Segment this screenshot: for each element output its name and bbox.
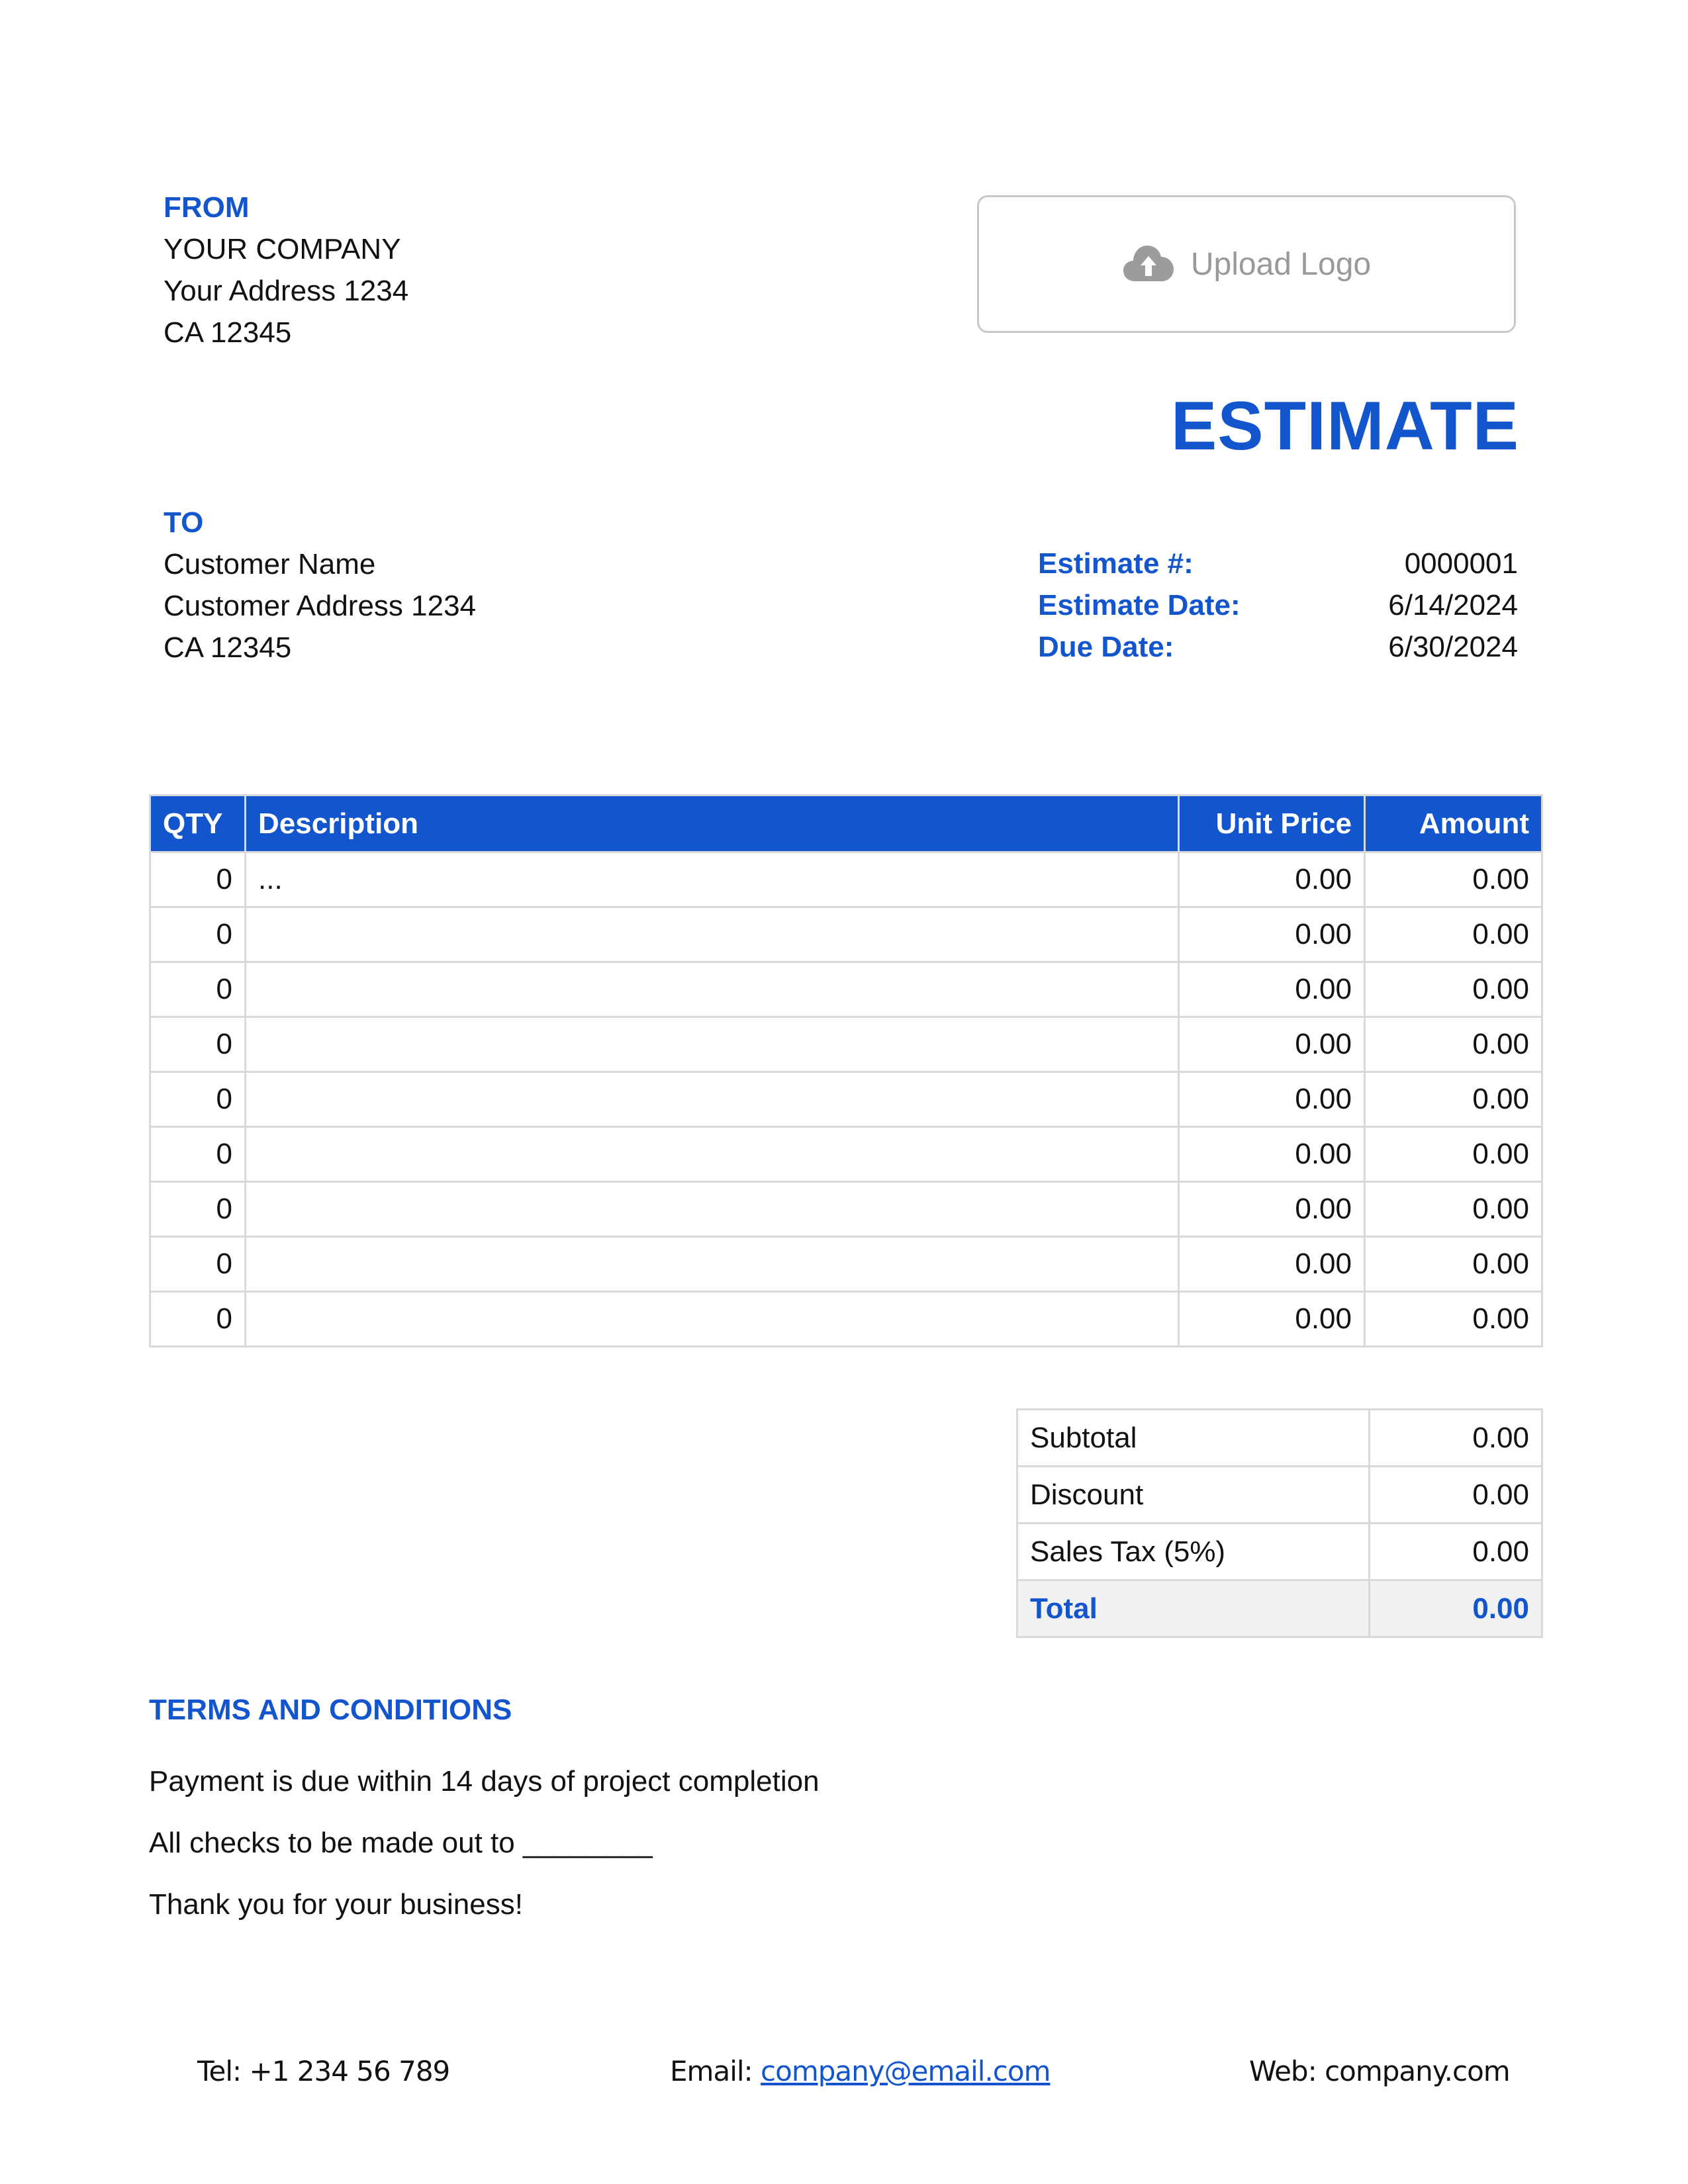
upload-logo-label: Upload Logo — [1190, 246, 1372, 282]
table-row: 0 0.00 0.00 — [149, 906, 1543, 963]
description-cell[interactable] — [244, 1016, 1180, 1073]
column-header-amount: Amount — [1364, 794, 1543, 853]
line-items-table: QTY Description Unit Price Amount 0... 0.… — [149, 794, 1543, 1347]
estimate-number-value[interactable]: 0000001 — [1405, 543, 1518, 584]
footer-tel: Tel: +1 234 56 789 — [197, 2055, 450, 2087]
upload-logo-button[interactable]: Upload Logo — [977, 195, 1516, 333]
estimate-number-label: Estimate #: — [1038, 547, 1194, 580]
qty-cell[interactable]: 0 — [149, 1291, 246, 1347]
to-customer-name[interactable]: Customer Name — [164, 543, 476, 585]
footer-web: Web: company.com — [1249, 2055, 1511, 2087]
table-header-row: QTY Description Unit Price Amount — [149, 794, 1543, 853]
footer-email-label: Email: — [670, 2055, 761, 2087]
amount-cell: 0.00 — [1364, 906, 1543, 963]
terms-section: TERMS AND CONDITIONS Payment is due with… — [149, 1689, 820, 1935]
table-row: 0 0.00 0.00 — [149, 1236, 1543, 1293]
qty-cell[interactable]: 0 — [149, 1071, 246, 1128]
unit-price-cell[interactable]: 0.00 — [1178, 961, 1366, 1018]
sales-tax-label: Sales Tax (5%) — [1016, 1522, 1370, 1581]
amount-cell: 0.00 — [1364, 1016, 1543, 1073]
to-customer-city[interactable]: CA 12345 — [164, 627, 476, 668]
from-city[interactable]: CA 12345 — [164, 312, 408, 353]
column-header-description: Description — [244, 794, 1180, 853]
description-cell[interactable] — [244, 961, 1180, 1018]
qty-cell[interactable]: 0 — [149, 906, 246, 963]
unit-price-cell[interactable]: 0.00 — [1178, 1181, 1366, 1238]
unit-price-cell[interactable]: 0.00 — [1178, 906, 1366, 963]
description-cell[interactable] — [244, 1071, 1180, 1128]
estimate-date-label: Estimate Date: — [1038, 589, 1241, 621]
meta-row-estimate-number: Estimate #: 0000001 — [1038, 543, 1518, 584]
column-header-qty: QTY — [149, 794, 246, 853]
table-row: 0 0.00 0.00 — [149, 1016, 1543, 1073]
amount-cell: 0.00 — [1364, 961, 1543, 1018]
amount-cell: 0.00 — [1364, 851, 1543, 908]
from-company[interactable]: YOUR COMPANY — [164, 228, 408, 270]
table-row: 0 0.00 0.00 — [149, 1181, 1543, 1238]
to-customer-address[interactable]: Customer Address 1234 — [164, 585, 476, 627]
description-cell[interactable] — [244, 1291, 1180, 1347]
description-cell[interactable] — [244, 1236, 1180, 1293]
unit-price-cell[interactable]: 0.00 — [1178, 1126, 1366, 1183]
sales-tax-value: 0.00 — [1368, 1522, 1543, 1581]
table-row: 0 0.00 0.00 — [149, 1126, 1543, 1183]
qty-cell[interactable]: 0 — [149, 1181, 246, 1238]
meta-row-due-date: Due Date: 6/30/2024 — [1038, 626, 1518, 668]
description-cell[interactable]: ... — [244, 851, 1180, 908]
due-date-label: Due Date: — [1038, 631, 1174, 663]
document-title: ESTIMATE — [1170, 388, 1519, 465]
amount-cell: 0.00 — [1364, 1236, 1543, 1293]
description-cell[interactable] — [244, 1126, 1180, 1183]
due-date-value[interactable]: 6/30/2024 — [1388, 626, 1518, 668]
from-block: FROM YOUR COMPANY Your Address 1234 CA 1… — [164, 187, 408, 353]
terms-line-thanks[interactable]: Thank you for your business! — [149, 1874, 820, 1935]
table-row: 0... 0.00 0.00 — [149, 851, 1543, 908]
description-cell[interactable] — [244, 1181, 1180, 1238]
unit-price-cell[interactable]: 0.00 — [1178, 851, 1366, 908]
unit-price-cell[interactable]: 0.00 — [1178, 1071, 1366, 1128]
subtotal-label: Subtotal — [1016, 1408, 1370, 1467]
from-address[interactable]: Your Address 1234 — [164, 270, 408, 312]
discount-row: Discount 0.00 — [1016, 1465, 1543, 1524]
to-block: TO Customer Name Customer Address 1234 C… — [164, 502, 476, 668]
meta-row-estimate-date: Estimate Date: 6/14/2024 — [1038, 584, 1518, 626]
discount-label: Discount — [1016, 1465, 1370, 1524]
terms-line-payment[interactable]: Payment is due within 14 days of project… — [149, 1751, 820, 1812]
qty-cell[interactable]: 0 — [149, 851, 246, 908]
unit-price-cell[interactable]: 0.00 — [1178, 1236, 1366, 1293]
from-heading: FROM — [164, 191, 250, 224]
footer-email-link[interactable]: company@email.com — [761, 2055, 1051, 2087]
cloud-upload-icon — [1122, 243, 1175, 286]
table-row: 0 0.00 0.00 — [149, 1291, 1543, 1347]
terms-heading: TERMS AND CONDITIONS — [149, 1694, 512, 1726]
sales-tax-row: Sales Tax (5%) 0.00 — [1016, 1522, 1543, 1581]
column-header-unit-price: Unit Price — [1178, 794, 1366, 853]
amount-cell: 0.00 — [1364, 1181, 1543, 1238]
table-row: 0 0.00 0.00 — [149, 1071, 1543, 1128]
description-cell[interactable] — [244, 906, 1180, 963]
table-row: 0 0.00 0.00 — [149, 961, 1543, 1018]
unit-price-cell[interactable]: 0.00 — [1178, 1016, 1366, 1073]
line-items-body: 0... 0.00 0.00 0 0.00 0.00 0 0.00 0.00 0 0.00 0.00 0… — [149, 851, 1543, 1347]
estimate-date-value[interactable]: 6/14/2024 — [1388, 584, 1518, 626]
totals-table: Subtotal 0.00 Discount 0.00 Sales Tax (5… — [1016, 1408, 1543, 1638]
amount-cell: 0.00 — [1364, 1126, 1543, 1183]
subtotal-value: 0.00 — [1368, 1408, 1543, 1467]
discount-value[interactable]: 0.00 — [1368, 1465, 1543, 1524]
subtotal-row: Subtotal 0.00 — [1016, 1408, 1543, 1467]
total-row: Total 0.00 — [1016, 1579, 1543, 1638]
terms-line-checks[interactable]: All checks to be made out to ________ — [149, 1812, 820, 1874]
total-label: Total — [1016, 1579, 1370, 1638]
qty-cell[interactable]: 0 — [149, 1016, 246, 1073]
estimate-meta: Estimate #: 0000001 Estimate Date: 6/14/… — [1038, 543, 1518, 668]
qty-cell[interactable]: 0 — [149, 1236, 246, 1293]
unit-price-cell[interactable]: 0.00 — [1178, 1291, 1366, 1347]
footer-email: Email: company@email.com — [670, 2052, 1051, 2091]
to-heading: TO — [164, 506, 204, 539]
amount-cell: 0.00 — [1364, 1291, 1543, 1347]
total-value: 0.00 — [1368, 1579, 1543, 1638]
qty-cell[interactable]: 0 — [149, 961, 246, 1018]
amount-cell: 0.00 — [1364, 1071, 1543, 1128]
qty-cell[interactable]: 0 — [149, 1126, 246, 1183]
